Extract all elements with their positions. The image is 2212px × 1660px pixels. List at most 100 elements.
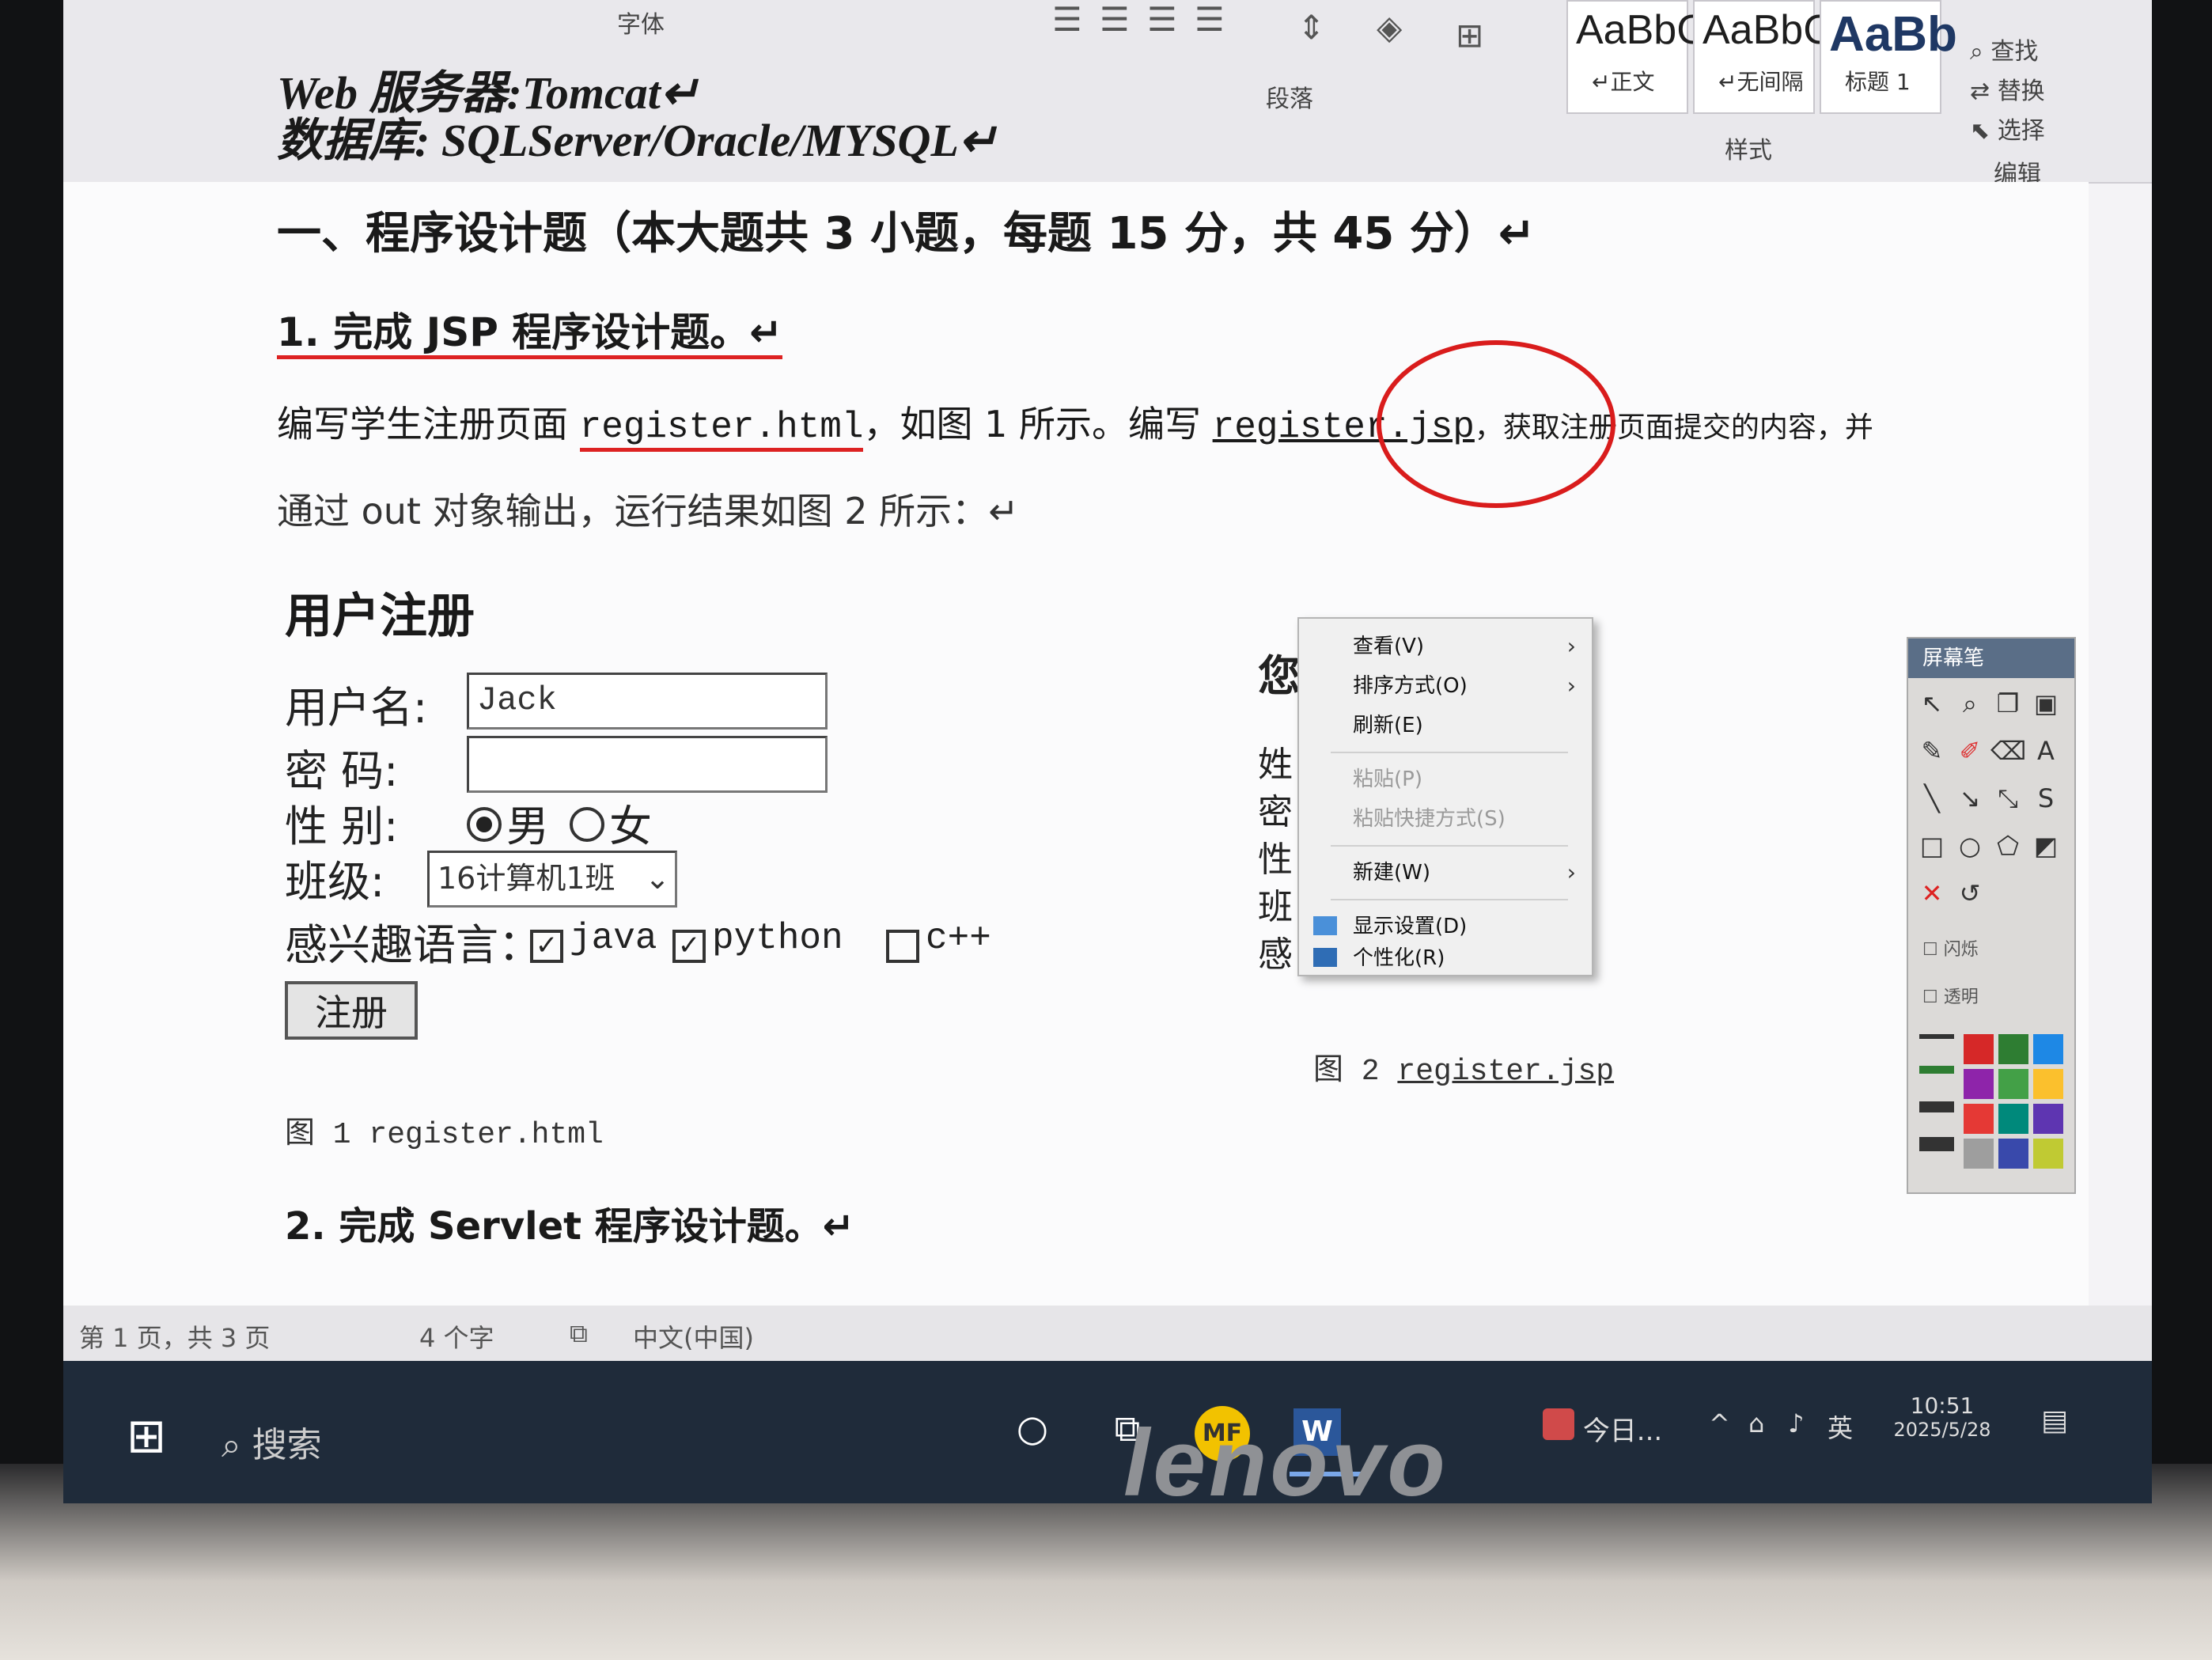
borders-icon[interactable]: ⊞	[1456, 16, 1483, 55]
line-icon[interactable]: ╲	[1915, 781, 1949, 816]
align-center-icon[interactable]: ☰	[1100, 0, 1130, 39]
highlighter-icon[interactable]: ✐	[1953, 733, 1987, 768]
python-label: python	[712, 918, 843, 959]
stroke-width-option[interactable]	[1919, 1034, 1954, 1039]
class-select[interactable]: 16计算机1班 ⌄	[427, 851, 677, 908]
save-icon[interactable]: ▣	[2028, 686, 2063, 721]
color-swatch[interactable]	[2033, 1069, 2063, 1099]
color-swatch[interactable]	[1964, 1139, 1994, 1169]
line-spacing-icon[interactable]: ⇕	[1297, 8, 1325, 47]
menu-item-view[interactable]: 查看(V) ›	[1299, 627, 1592, 666]
document-page[interactable]: Web 服务器:Tomcat↵ 数据库: SQLServer/Oracle/MY…	[63, 67, 2089, 1306]
color-swatch[interactable]	[2033, 1104, 2063, 1134]
color-swatch[interactable]	[1964, 1069, 1994, 1099]
python-checkbox[interactable]: ✓	[672, 930, 706, 963]
ime-indicator[interactable]: 英	[1828, 1408, 1853, 1445]
gender-male-label: 男	[506, 802, 549, 851]
replace-label: 替换	[1997, 78, 2045, 105]
menu-item-label: 刷新(E)	[1353, 714, 1423, 737]
search-label: 搜索	[252, 1425, 322, 1465]
curve-icon[interactable]: S	[2028, 781, 2063, 816]
color-swatch[interactable]	[2033, 1139, 2063, 1169]
ellipse-icon[interactable]: ○	[1953, 828, 1987, 863]
styles-group-label: 样式	[1725, 137, 1772, 165]
volume-icon[interactable]: ♪	[1788, 1408, 1804, 1438]
news-widget[interactable]: 今日...	[1543, 1408, 1662, 1448]
pointer-icon[interactable]: ↖	[1915, 686, 1949, 721]
page-count[interactable]: 第 1 页，共 3 页	[79, 1318, 270, 1355]
zoom-icon[interactable]: ⌕	[1953, 686, 1987, 721]
figure-1-caption: 图 1 register.html	[285, 1118, 604, 1152]
color-swatch[interactable]	[1998, 1139, 2028, 1169]
taskbar-search[interactable]: ⌕ 搜索	[222, 1416, 322, 1467]
figure-2-partial-line: 密	[1258, 792, 1293, 832]
color-swatch[interactable]	[1964, 1034, 1994, 1064]
desc-part-b: ，如图 1 所示。编写	[863, 403, 1213, 445]
form-title: 用户注册	[285, 589, 475, 644]
style-no-spacing[interactable]: AaBbC ↵无间隔	[1693, 0, 1833, 114]
clear-icon[interactable]: ✕	[1915, 876, 1949, 911]
stroke-width-option[interactable]	[1919, 1066, 1954, 1074]
align-right-icon[interactable]: ☰	[1147, 0, 1177, 39]
gender-female-radio[interactable]	[570, 807, 604, 842]
cortana-icon[interactable]: ○	[997, 1393, 1068, 1464]
text-icon[interactable]: A	[2028, 733, 2063, 768]
style-normal[interactable]: AaBbC ↵正文	[1566, 0, 1706, 114]
tray-expand-icon[interactable]: ^	[1709, 1408, 1730, 1438]
style-heading-1[interactable]: AaBb 标题 1	[1820, 0, 1957, 114]
java-checkbox[interactable]: ✓	[530, 930, 563, 963]
transparent-option[interactable]: ☐ 透明	[1922, 983, 1979, 1008]
windows-start-icon[interactable]: ⊞	[111, 1400, 182, 1472]
pen-icon[interactable]: ✎	[1915, 733, 1949, 768]
username-input[interactable]: Jack	[467, 673, 828, 730]
network-icon[interactable]: ⌂	[1748, 1408, 1764, 1438]
cpp-checkbox[interactable]	[886, 930, 919, 963]
gender-male-radio[interactable]	[467, 807, 502, 842]
cpp-label: c++	[926, 918, 991, 959]
eraser-icon[interactable]: ⌫	[1990, 733, 2026, 768]
copy-icon[interactable]: ❐	[1990, 686, 2025, 721]
color-swatch[interactable]	[1998, 1069, 2028, 1099]
notification-icon[interactable]: ▤	[2041, 1404, 2068, 1437]
pen-toolbar-title: 屏幕笔	[1908, 639, 2074, 678]
language-status[interactable]: 中文(中国)	[633, 1318, 754, 1355]
arrow-icon[interactable]: ↘	[1953, 781, 1987, 816]
windows-taskbar: ⊞ ⌕ 搜索 ○ ⧉ MF W 今日... ^ ⌂ ♪ 英 10:51 2025…	[63, 1361, 2152, 1503]
language-label: 感兴趣语言：	[285, 920, 541, 970]
menu-item-personalize[interactable]: 个性化(R)	[1299, 938, 1592, 978]
color-swatch[interactable]	[1964, 1104, 1994, 1134]
blink-option[interactable]: ☐ 闪烁	[1922, 935, 1979, 961]
select-button[interactable]: ⬉ 选择	[1970, 111, 2045, 146]
stroke-width-option[interactable]	[1919, 1137, 1954, 1151]
menu-separator	[1331, 899, 1568, 900]
question-1-heading-text: 1. 完成 JSP 程序设计题。↵	[277, 309, 783, 359]
word-count[interactable]: 4 个字	[419, 1318, 494, 1355]
clock[interactable]: 10:51 2025/5/28	[1883, 1393, 2002, 1441]
figure-2-partial-line: 感	[1258, 934, 1293, 975]
polygon-icon[interactable]: ⬠	[1990, 828, 2025, 863]
menu-item-refresh[interactable]: 刷新(E)	[1299, 706, 1592, 745]
align-left-icon[interactable]: ☰	[1052, 0, 1082, 39]
undo-icon[interactable]: ↺	[1953, 876, 1987, 911]
figure-2-partial-line: 姓	[1258, 745, 1293, 785]
stroke-width-option[interactable]	[1919, 1101, 1954, 1112]
menu-item-new[interactable]: 新建(W) ›	[1299, 853, 1592, 893]
rectangle-icon[interactable]: □	[1915, 828, 1949, 863]
register-submit-button[interactable]: 注册	[285, 981, 418, 1040]
color-swatch[interactable]	[2033, 1034, 2063, 1064]
password-input[interactable]	[467, 736, 828, 793]
menu-item-paste[interactable]: 粘贴(P)	[1299, 760, 1592, 799]
color-swatch[interactable]	[1998, 1034, 2028, 1064]
transparent-option-label: 透明	[1943, 987, 1979, 1007]
find-button[interactable]: ⌕ 查找	[1970, 32, 2038, 66]
justify-icon[interactable]: ☰	[1195, 0, 1225, 39]
proofing-icon[interactable]: ⧉	[570, 1318, 588, 1349]
news-label: 今日...	[1582, 1416, 1663, 1447]
shading-icon[interactable]: ◈	[1377, 8, 1402, 47]
color-swatch[interactable]	[1998, 1104, 2028, 1134]
menu-item-paste-shortcut[interactable]: 粘贴快捷方式(S)	[1299, 799, 1592, 839]
replace-button[interactable]: ⇄ 替换	[1970, 71, 2045, 106]
double-arrow-icon[interactable]: ⤡	[1990, 781, 2025, 816]
fill-icon[interactable]: ◩	[2028, 828, 2063, 863]
menu-item-sort-by[interactable]: 排序方式(O) ›	[1299, 666, 1592, 706]
